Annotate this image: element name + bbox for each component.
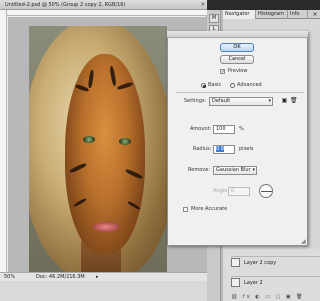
document-size: Doc: 46.2M/216.3M bbox=[36, 274, 85, 280]
amount-label: Amount: bbox=[190, 126, 212, 132]
radius-value: 0.9 bbox=[216, 146, 224, 152]
remove-label: Remove: bbox=[188, 167, 210, 173]
layer-thumbnail bbox=[231, 258, 240, 267]
photo-eye-right bbox=[119, 138, 131, 145]
settings-value: Default bbox=[212, 98, 231, 104]
advanced-radio[interactable] bbox=[230, 83, 235, 88]
settings-dropdown[interactable]: Default ▾ bbox=[209, 97, 273, 106]
dialog-divider bbox=[176, 92, 304, 93]
ok-button[interactable]: OK bbox=[220, 43, 254, 52]
panel-dock-header bbox=[207, 0, 320, 10]
document-title-bar[interactable]: Untitled-2.psd @ 50% (Group 2 copy 2, RG… bbox=[0, 0, 207, 10]
status-bar: 50% Doc: 46.2M/216.3M ▸ bbox=[0, 272, 207, 281]
angle-label: Angle: bbox=[213, 188, 229, 194]
layers-footer-icons[interactable]: ⛓ fx ◐ ▭ ▢ ▣ 🗑 bbox=[231, 293, 320, 301]
angle-dial[interactable] bbox=[259, 184, 273, 198]
chevron-down-icon: ▾ bbox=[252, 167, 255, 173]
remove-dropdown[interactable]: Gaussian Blur ▾ bbox=[213, 166, 257, 175]
close-icon[interactable]: × bbox=[200, 1, 206, 8]
tool-marquee[interactable]: M bbox=[209, 14, 219, 23]
remove-value: Gaussian Blur bbox=[216, 167, 251, 173]
angle-field[interactable]: 0 bbox=[228, 187, 250, 196]
chevron-down-icon: ▾ bbox=[268, 98, 271, 104]
radius-unit: pixels bbox=[239, 146, 254, 152]
layer-thumbnail bbox=[231, 278, 240, 287]
layer-name: Layer 2 bbox=[244, 280, 263, 286]
cancel-button[interactable]: Cancel bbox=[220, 55, 254, 64]
radius-field[interactable]: 0.9 bbox=[213, 145, 235, 154]
advanced-label: Advanced bbox=[237, 82, 262, 88]
basic-label: Basic bbox=[208, 82, 222, 88]
preview-checkbox[interactable]: ✓ bbox=[220, 69, 225, 75]
tab-info[interactable]: Info bbox=[288, 10, 308, 19]
resize-grip-icon[interactable]: ◢ bbox=[301, 239, 307, 245]
save-settings-icon[interactable]: ▣ bbox=[281, 97, 288, 105]
layer-row[interactable]: Layer 2 bbox=[231, 276, 320, 288]
panel-close-icon[interactable]: × bbox=[311, 10, 319, 19]
status-menu-arrow-icon[interactable]: ▸ bbox=[96, 273, 99, 281]
more-accurate-label: More Accurate bbox=[191, 206, 228, 212]
basic-radio[interactable] bbox=[201, 83, 206, 88]
canvas-photo[interactable] bbox=[29, 26, 167, 272]
dialog-title-bar[interactable] bbox=[167, 31, 308, 38]
tab-histogram[interactable]: Histogram bbox=[256, 10, 288, 19]
document-bottom-area bbox=[0, 281, 207, 301]
delete-settings-icon[interactable]: 🗑 bbox=[290, 97, 298, 105]
horizontal-ruler bbox=[7, 10, 207, 16]
zoom-level[interactable]: 50% bbox=[4, 273, 15, 281]
radius-label: Radius: bbox=[193, 146, 212, 152]
layer-row[interactable]: Layer 2 copy bbox=[231, 256, 320, 268]
layer-name: Layer 2 copy bbox=[244, 260, 277, 266]
preview-label: Preview bbox=[228, 68, 248, 74]
settings-label: Settings: bbox=[184, 98, 207, 104]
photo-lips bbox=[93, 222, 119, 232]
amount-field[interactable]: 100 bbox=[213, 125, 235, 134]
more-accurate-checkbox[interactable] bbox=[183, 207, 188, 212]
amount-unit: % bbox=[239, 126, 244, 132]
vertical-ruler bbox=[0, 10, 7, 272]
tab-navigator[interactable]: Navigator bbox=[223, 10, 256, 19]
photo-eye-left bbox=[83, 136, 95, 143]
